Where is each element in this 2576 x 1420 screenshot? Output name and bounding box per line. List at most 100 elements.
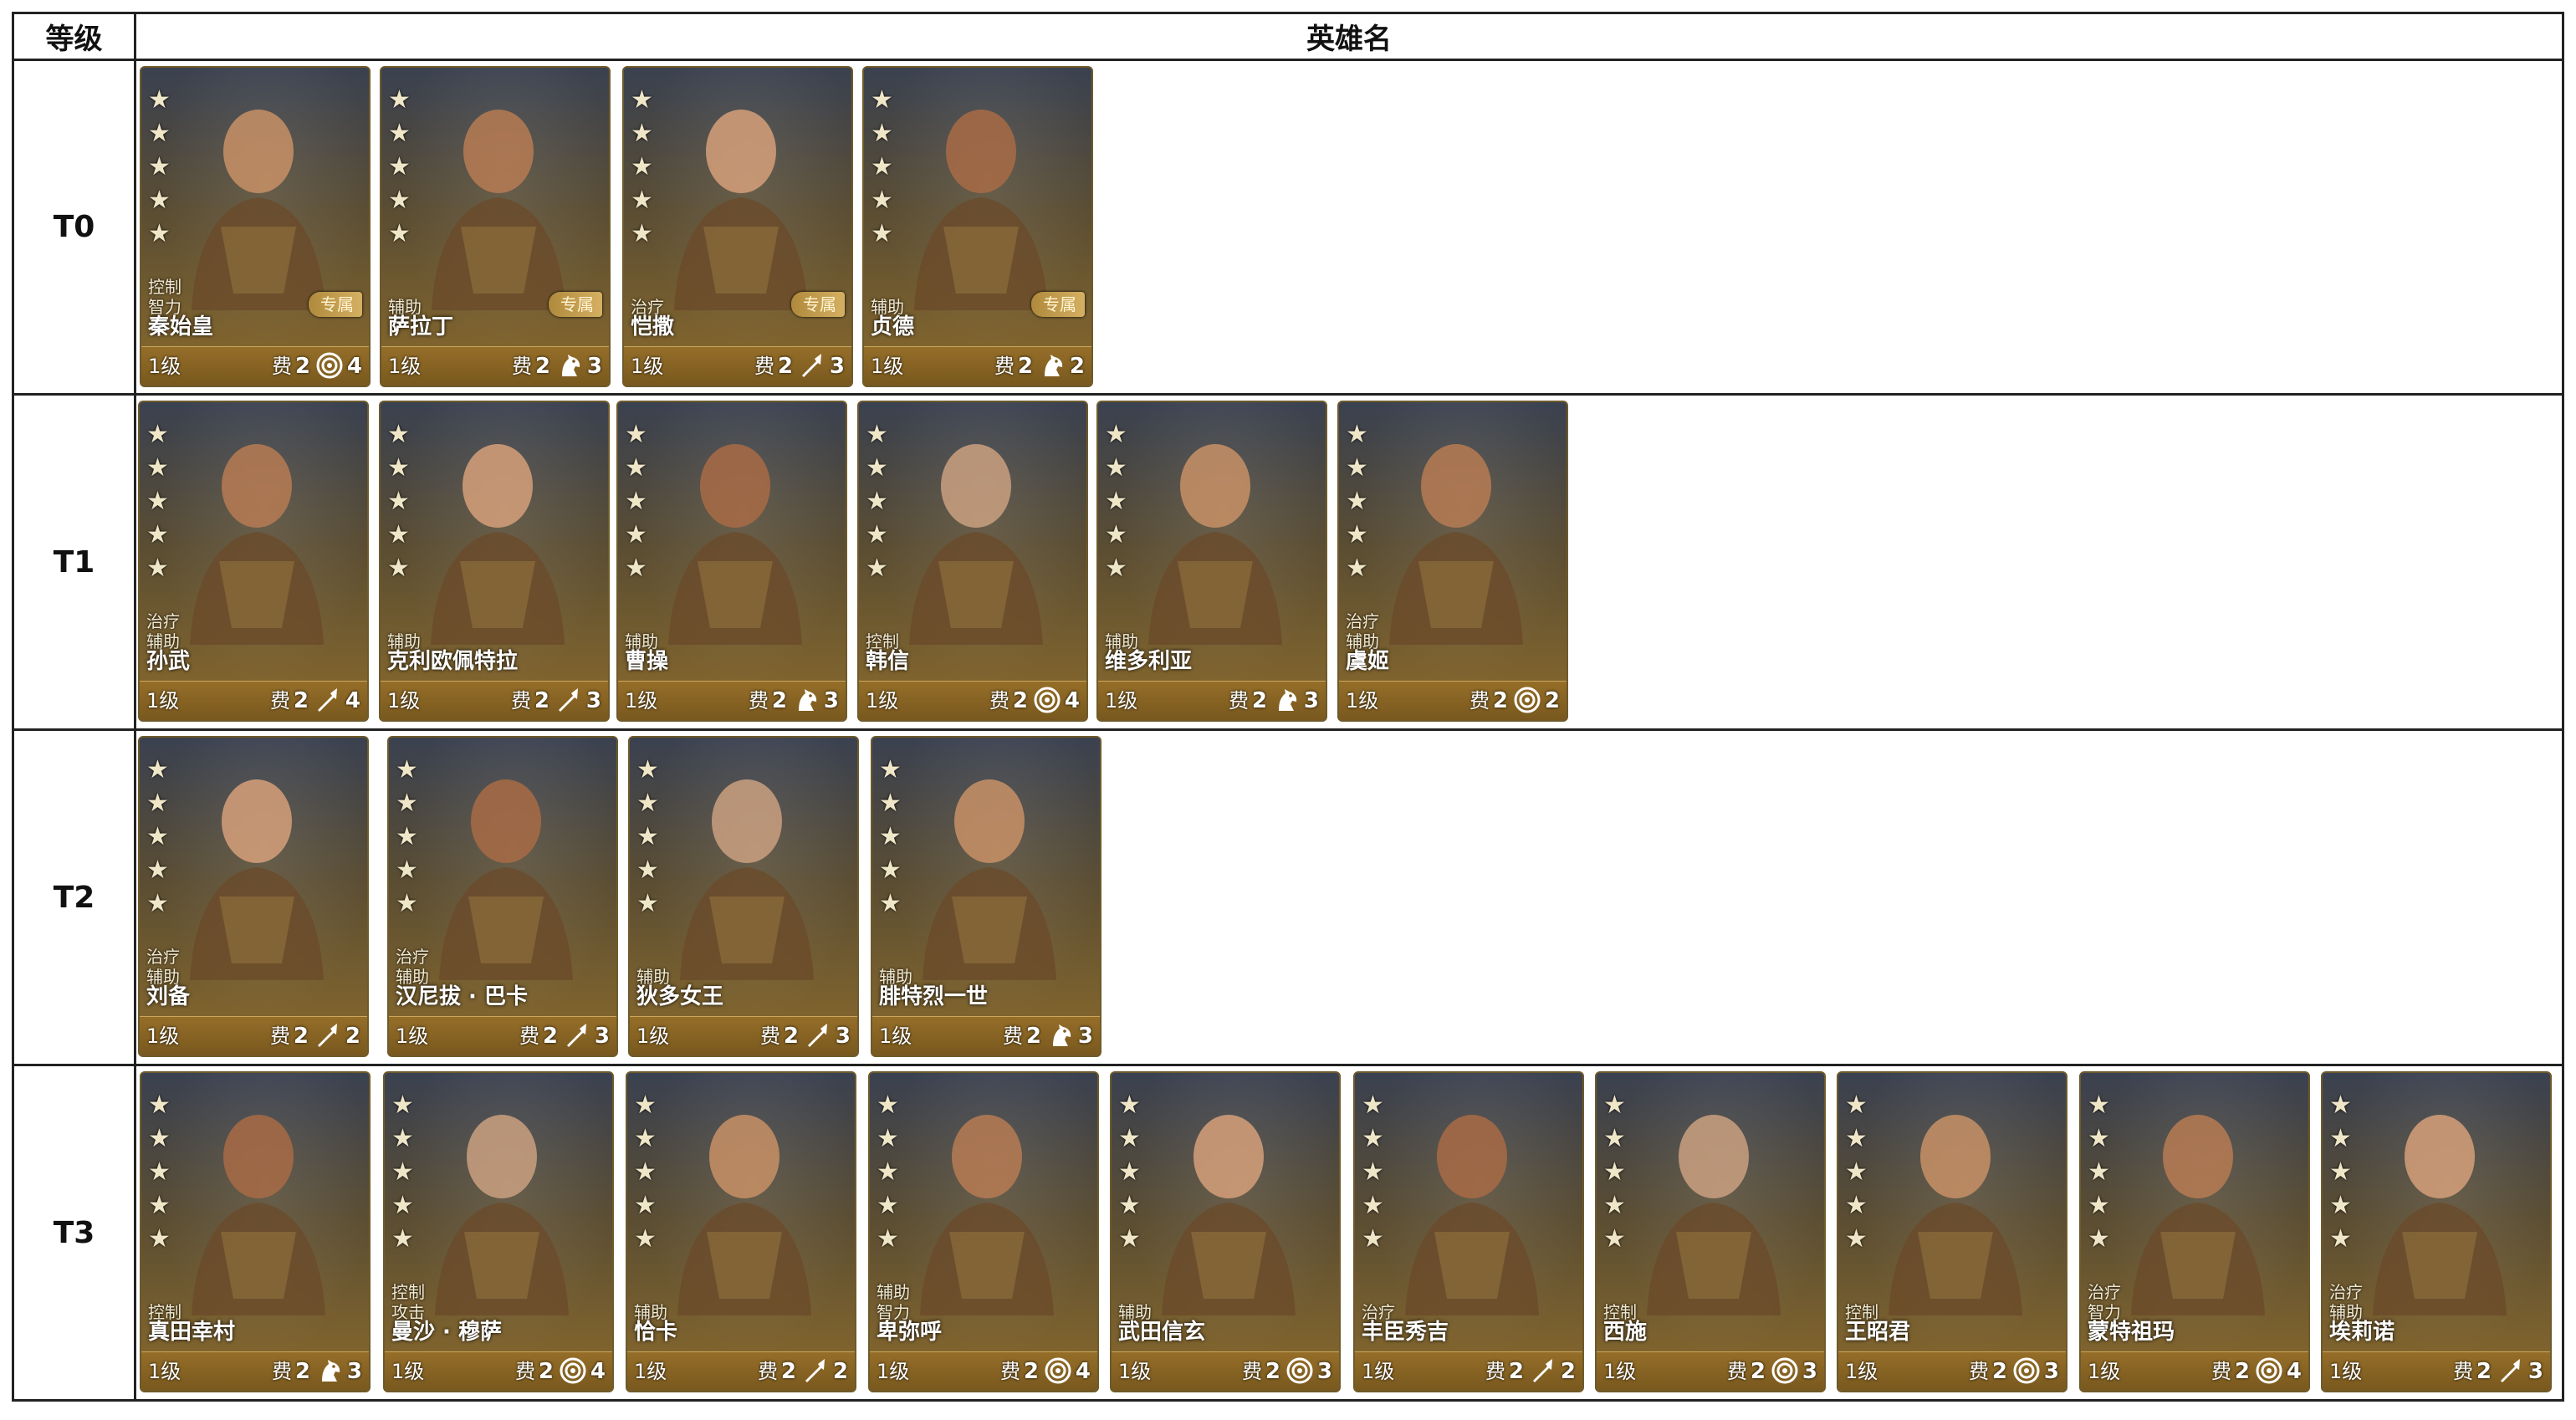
star-icon: ★ [871,219,893,248]
star-icon: ★ [634,1224,657,1254]
hero-portrait [173,763,340,980]
star-icon: ★ [636,755,659,784]
star-icon: ★ [871,152,893,181]
hero-name: 萨拉丁 [388,314,454,340]
star-rating: ★ ★ ★ ★ ★ [388,86,413,248]
hero-roles: 治疗 智力 [2088,1282,2121,1322]
hero-roles: 治疗 辅助 [146,947,180,987]
hero-card[interactable]: ★ ★ ★ ★ ★ 辅助 武田信玄 1级费 2 3 [1110,1071,1341,1392]
star-icon: ★ [1118,1091,1141,1120]
hero-portrait [906,763,1073,980]
hero-level: 1级 [871,355,904,378]
star-icon: ★ [879,856,902,885]
star-icon: ★ [1118,1157,1141,1187]
hero-card[interactable]: ★ ★ ★ ★ ★ 辅助 克利欧佩特拉 1级费 2 3 [379,401,610,722]
star-icon: ★ [634,1124,657,1153]
troop-value: 2 [1560,1359,1576,1384]
target-icon [559,1356,587,1385]
hero-level: 1级 [396,1024,429,1048]
star-icon: ★ [148,119,171,148]
hero-name: 西施 [1603,1320,1648,1345]
star-icon: ★ [1346,453,1368,483]
horse-icon [555,351,584,380]
hero-card[interactable]: ★ ★ ★ ★ ★ 治疗 辅助 埃莉诺 1级 费 2 3 [2321,1071,2552,1392]
cost-value: 2 [294,1359,310,1384]
star-icon: ★ [1118,1124,1141,1153]
hero-name: 埃莉诺 [2329,1320,2395,1345]
star-icon: ★ [1346,420,1368,449]
star-rating: ★ ★ ★ ★ ★ [636,756,662,918]
hero-card[interactable]: ★ ★ ★ ★ ★ 辅助 腓特烈一世 1级费 2 3 [871,736,1101,1057]
star-icon: ★ [148,1191,171,1220]
spear-icon [801,1356,830,1385]
star-icon: ★ [631,119,653,148]
cost-label: 费 [1242,1360,1262,1383]
horse-icon [792,686,820,714]
hero-card[interactable]: ★ ★ ★ ★ ★ 治疗 辅助 孙武 1级 费 2 4 [138,401,369,722]
hero-card[interactable]: ★ ★ ★ ★ ★ 辅助 维多利亚 1级费 2 3 [1096,401,1327,722]
hero-card[interactable]: ★ ★ ★ ★ ★ 辅助 曹操 1级费 2 3 [616,401,847,722]
star-icon: ★ [387,453,410,483]
hero-card[interactable]: ★ ★ ★ ★ ★ 控制 智力 专属 秦始皇 1级 费 2 4 [140,66,371,387]
hero-roles: 治疗 辅助 [2329,1282,2363,1322]
cost-value: 2 [542,1024,558,1049]
hero-portrait [657,93,825,310]
hero-card[interactable]: ★ ★ ★ ★ ★ 控制 真田幸村 1级费 2 3 [140,1071,371,1392]
hero-card[interactable]: ★ ★ ★ ★ ★ 治疗 辅助 虞姬 1级费 2 2 [1337,401,1568,722]
star-rating: ★ ★ ★ ★ ★ [1603,1091,1628,1254]
hero-card[interactable]: ★ ★ ★ ★ ★ 辅助 恰卡 1级费 2 2 [626,1071,856,1392]
cost-label: 费 [2211,1360,2231,1383]
star-icon: ★ [2329,1157,2352,1187]
spear-icon [314,686,342,714]
hero-card-list: ★ ★ ★ ★ ★ 治疗 辅助 刘备 1级费 2 2 ★ ★ ★ ★ ★ 治疗 辅助 汉尼拔 · 巴卡 1级费 2 3 ★ ★… [138,731,2562,1064]
troop-value: 4 [1064,688,1080,713]
star-rating: ★ ★ ★ ★ ★ [396,756,421,918]
cost-value: 2 [1025,1024,1041,1049]
cost-label: 费 [1969,1360,1989,1383]
star-icon: ★ [388,219,411,248]
hero-card[interactable]: ★ ★ ★ ★ ★ 控制 韩信 1级费 2 4 [857,401,1088,722]
star-icon: ★ [634,1191,657,1220]
star-icon: ★ [388,119,411,148]
hero-card[interactable]: ★ ★ ★ ★ ★ 辅助 狄多女王 1级费 2 3 [628,736,859,1057]
star-icon: ★ [1845,1224,1868,1254]
troop-value: 3 [2043,1359,2059,1384]
cost-value: 2 [1991,1359,2007,1384]
star-rating: ★ ★ ★ ★ ★ [146,421,171,583]
cost-value: 2 [771,688,787,713]
hero-card[interactable]: ★ ★ ★ ★ ★ 控制 攻击 曼沙 · 穆萨 1级 费 2 4 [383,1071,614,1392]
star-icon: ★ [866,453,888,483]
hero-name: 秦始皇 [148,314,214,340]
star-icon: ★ [636,889,659,918]
tier-row-t1: T1 ★ ★ ★ ★ ★ 治疗 辅助 孙武 1级费 2 4 ★ ★ ★ ★ ★ 辅助 克利欧佩特拉 1级费 2 3 ★ ★ ★ ★… [14,396,2562,731]
hero-card[interactable]: ★ ★ ★ ★ ★ 治疗 丰臣秀吉 1级费 2 2 [1353,1071,1584,1392]
star-icon: ★ [631,186,653,215]
hero-card[interactable]: ★ ★ ★ ★ ★ 治疗 智力 蒙特祖玛 1级 费 2 4 [2079,1071,2310,1392]
star-icon: ★ [871,85,893,115]
tier-row-t2: T2 ★ ★ ★ ★ ★ 治疗 辅助 刘备 1级费 2 2 ★ ★ ★ ★ ★ 治疗 辅助 汉尼拔 · 巴卡 1级费 2 3… [14,731,2562,1066]
hero-card[interactable]: ★ ★ ★ ★ ★ 辅助 智力 卑弥呼 1级 费 2 4 [868,1071,1099,1392]
hero-role: 治疗 [2088,1282,2121,1302]
star-icon: ★ [2329,1124,2352,1153]
hero-card[interactable]: ★ ★ ★ ★ ★ 辅助 专属 贞德 1级费 2 2 [862,66,1093,387]
target-icon [1513,686,1541,714]
troop-value: 4 [2286,1359,2302,1384]
hero-card-list: ★ ★ ★ ★ ★ 治疗 辅助 孙武 1级费 2 4 ★ ★ ★ ★ ★ 辅助 克利欧佩特拉 1级费 2 3 ★ ★ ★ ★ ★ 辅… [138,396,2562,728]
hero-card[interactable]: ★ ★ ★ ★ ★ 治疗 辅助 刘备 1级费 2 2 [138,736,369,1057]
star-icon: ★ [636,856,659,885]
star-icon: ★ [387,487,410,516]
hero-card[interactable]: ★ ★ ★ ★ ★ 控制 西施 1级费 2 3 [1595,1071,1826,1392]
cost-label: 费 [760,1024,780,1048]
hero-name: 虞姬 [1346,649,1390,674]
cost-label: 费 [270,689,290,713]
hero-level: 1级 [2329,1360,2363,1383]
star-icon: ★ [2088,1224,2110,1254]
hero-card[interactable]: ★ ★ ★ ★ ★ 辅助 专属 萨拉丁 1级费 2 3 [380,66,611,387]
hero-card[interactable]: ★ ★ ★ ★ ★ 治疗 辅助 汉尼拔 · 巴卡 1级 费 2 3 [387,736,618,1057]
tier-label: T3 [14,1066,136,1399]
horse-icon [1046,1021,1075,1050]
hero-card[interactable]: ★ ★ ★ ★ ★ 治疗 专属 恺撒 1级费 2 3 [622,66,853,387]
hero-card[interactable]: ★ ★ ★ ★ ★ 控制 王昭君 1级费 2 3 [1837,1071,2067,1392]
cost-label: 费 [515,1360,535,1383]
star-rating: ★ ★ ★ ★ ★ [634,1091,659,1254]
